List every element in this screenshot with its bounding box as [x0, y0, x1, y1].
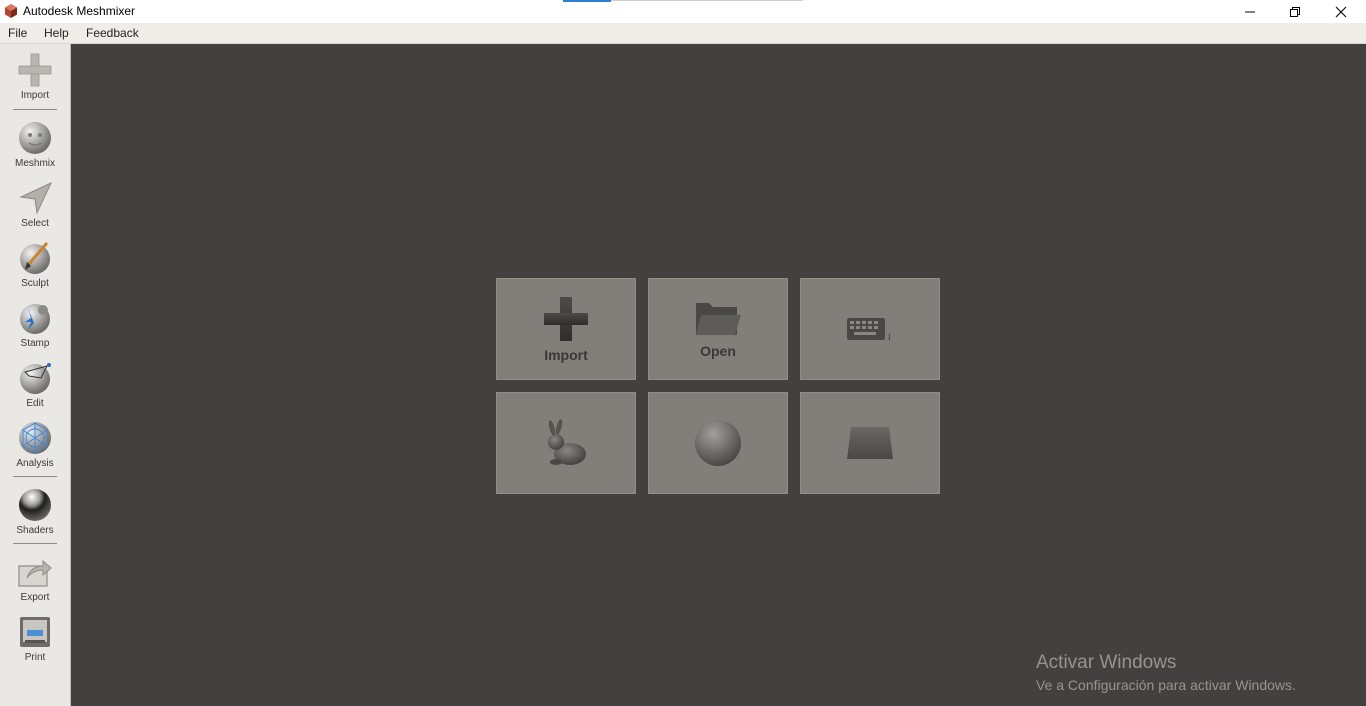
maximize-icon [1290, 6, 1300, 17]
select-arrow-icon [19, 181, 53, 215]
meshmix-face-icon [19, 122, 51, 154]
toolbar-sculpt-label: Sculpt [21, 278, 49, 289]
toolbar-stamp-label: Stamp [20, 338, 50, 349]
toolbar-edit-label: Edit [26, 398, 44, 409]
title-bar[interactable]: Autodesk Meshmixer [0, 0, 1366, 23]
toolbar-print-label: Print [24, 652, 46, 663]
bunny-tile[interactable] [496, 392, 636, 494]
shaders-chrome-sphere-icon [19, 489, 51, 521]
toolbar-stamp-button[interactable]: Stamp [0, 300, 70, 356]
bunny-icon [548, 419, 586, 465]
plane-tile[interactable] [800, 392, 940, 494]
toolbar-sculpt-button[interactable]: Sculpt [0, 240, 70, 296]
toolbar-analysis-label: Analysis [16, 458, 54, 469]
toolbar-meshmix-button[interactable]: Meshmix [0, 120, 70, 176]
stamp-icon [20, 304, 50, 334]
edit-sphere-icon [20, 363, 51, 394]
toolbar-meshmix-label: Meshmix [14, 158, 55, 169]
keyboard-icon: i [847, 318, 891, 343]
minimize-icon [1245, 11, 1255, 12]
analysis-mesh-icon [19, 422, 51, 454]
plus-icon [544, 297, 588, 341]
toolbar-import-button[interactable]: Import [0, 52, 70, 108]
toolbar-separator [13, 476, 57, 477]
activation-watermark-subtitle: Ve a Configuración para activar Windows. [1036, 677, 1296, 693]
app-logo-icon [5, 4, 17, 18]
window-title: Autodesk Meshmixer [23, 4, 136, 18]
toolbar-separator [13, 109, 57, 110]
export-icon [18, 559, 52, 587]
open-tile[interactable]: Open [648, 278, 788, 380]
minimize-button[interactable] [1227, 0, 1273, 23]
hotkeys-tile[interactable]: i [800, 278, 940, 380]
toolbar-select-label: Select [21, 218, 49, 229]
toolbar-shaders-label: Shaders [16, 525, 54, 536]
printer-icon [20, 617, 50, 647]
plus-icon [18, 53, 52, 87]
close-icon [1335, 6, 1347, 17]
toolbar-edit-button[interactable]: Edit [0, 360, 70, 416]
toolbar-export-button[interactable]: Export [0, 554, 70, 610]
sphere-tile[interactable] [648, 392, 788, 494]
toolbar-analysis-button[interactable]: Analysis [0, 420, 70, 476]
plane-icon [847, 427, 893, 459]
title-accent-bar [563, 0, 611, 2]
main-viewport[interactable]: Import Open i Activar Windows Ve a Confi… [71, 44, 1366, 706]
import-tile[interactable]: Import [496, 278, 636, 380]
toolbar-import-label: Import [20, 90, 50, 101]
toolbar-select-button[interactable]: Select [0, 180, 70, 236]
folder-icon [696, 303, 741, 335]
import-tile-label: Import [544, 347, 588, 363]
left-toolbar: Import Meshmix Select Sculpt Stamp Edit … [0, 44, 71, 706]
close-button[interactable] [1318, 0, 1364, 23]
maximize-button[interactable] [1272, 0, 1318, 23]
menu-help[interactable]: Help [44, 26, 69, 40]
toolbar-print-button[interactable]: Print [0, 614, 70, 670]
open-tile-label: Open [700, 343, 736, 359]
sphere-icon [695, 420, 741, 466]
menu-bar: File Help Feedback [0, 23, 1366, 44]
toolbar-shaders-button[interactable]: Shaders [0, 487, 70, 543]
menu-file[interactable]: File [8, 26, 27, 40]
svg-text:i: i [888, 333, 891, 343]
activation-watermark-title: Activar Windows [1036, 652, 1177, 673]
menu-feedback[interactable]: Feedback [86, 26, 139, 40]
sculpt-brush-icon [20, 242, 50, 274]
toolbar-export-label: Export [20, 592, 50, 603]
title-accent-line [611, 0, 803, 1]
toolbar-separator [13, 543, 57, 544]
